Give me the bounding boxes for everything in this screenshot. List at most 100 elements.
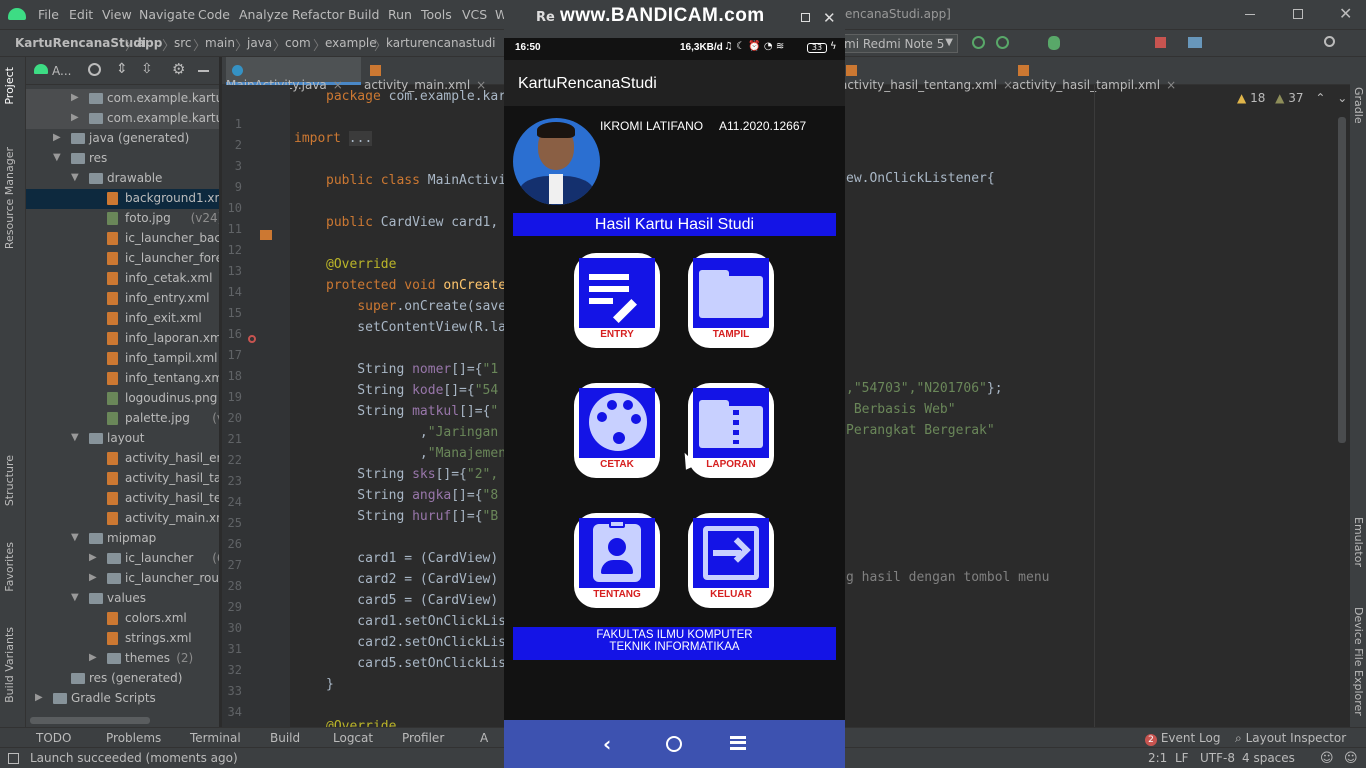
debug-icon[interactable] (1048, 36, 1060, 50)
maximize-icon[interactable] (1293, 9, 1303, 19)
chevron-right-icon[interactable]: ▶ (53, 132, 61, 143)
tree-item[interactable]: ▶ com.example.karturer (26, 109, 219, 129)
code-line[interactable]: String kode[]={"54 (326, 383, 498, 398)
run-icon[interactable] (972, 36, 985, 49)
menu-vcs[interactable]: VCS (462, 7, 487, 22)
code-line-fragment[interactable]: g hasil dengan tombol menu (846, 570, 1050, 585)
code-line-fragment[interactable]: ,"54703","N201706"}; (846, 381, 1003, 396)
code-line[interactable]: setContentView(R.la (326, 320, 506, 335)
code-line[interactable]: package com.example.kar (326, 89, 506, 104)
breadcrumb-item[interactable]: src (174, 36, 192, 50)
locate-icon[interactable] (88, 63, 101, 76)
expand-all-icon[interactable]: ⇕ (116, 61, 128, 77)
tree-item[interactable]: info_tentang.xml (26, 369, 219, 389)
face-icon[interactable]: ☺ (1320, 751, 1334, 766)
event-log-tab[interactable]: 2 Event Log (1145, 731, 1220, 746)
chevron-down-icon[interactable]: ▼ (71, 172, 79, 183)
bottom-tab-a[interactable]: A (480, 731, 488, 745)
code-line[interactable]: super.onCreate(save (326, 299, 506, 314)
tree-item[interactable]: info_exit.xml (26, 309, 219, 329)
code-line-fragment[interactable]: ew.OnClickListener{ (846, 171, 995, 186)
chevron-right-icon[interactable]: ▶ (35, 692, 43, 703)
tree-item[interactable]: info_laporan.xml (26, 329, 219, 349)
code-line-fragment[interactable]: Berbasis Web" (846, 402, 956, 417)
tree-item[interactable]: ▶ com.example.karturer (26, 89, 219, 109)
code-line[interactable]: protected void onCreate (326, 278, 506, 293)
tree-item[interactable]: activity_hasil_tenta (26, 489, 219, 509)
tree-item[interactable]: ▶ ic_launcher (6) (26, 549, 219, 569)
code-line[interactable]: public CardView card1, (326, 215, 498, 230)
tab-device-file-explorer[interactable]: Device File Explorer (1352, 607, 1365, 716)
card-tentang[interactable]: TENTANG (574, 513, 660, 608)
chevron-up-icon[interactable]: ⌃ (1315, 91, 1325, 105)
breadcrumb-item[interactable]: com (285, 36, 311, 50)
status-toggle-icon[interactable] (8, 753, 19, 764)
code-line[interactable]: card1 = (CardView) (326, 551, 498, 566)
menu-view[interactable]: View (102, 7, 132, 22)
apply-changes-icon[interactable] (996, 36, 1009, 49)
code-line[interactable]: ,"Jaringan (326, 425, 498, 440)
code-line[interactable]: card2.setOnClickLis (326, 635, 506, 650)
tree-item[interactable]: palette.jpg (v24) (26, 409, 219, 429)
chevron-right-icon[interactable]: ▶ (71, 112, 79, 123)
collapse-all-icon[interactable]: ⇳ (141, 61, 153, 77)
menu-code[interactable]: Code (198, 7, 230, 22)
tab-emulator[interactable]: Emulator (1352, 517, 1365, 567)
tree-item[interactable]: ▶ themes (2) (26, 649, 219, 669)
vertical-scrollbar[interactable] (1338, 117, 1346, 443)
menu-icon[interactable] (730, 736, 746, 750)
menu-run[interactable]: Run (388, 7, 412, 22)
chevron-right-icon[interactable]: ▶ (89, 552, 97, 563)
tree-item[interactable]: info_cetak.xml (26, 269, 219, 289)
tree-item[interactable]: foto.jpg (v24) (26, 209, 219, 229)
emulator-close-icon[interactable]: ✕ (823, 9, 836, 27)
line-separator[interactable]: LF (1175, 751, 1189, 765)
chevron-down-icon[interactable]: ▼ (71, 592, 79, 603)
stop-icon[interactable] (1155, 37, 1166, 48)
menu-edit[interactable]: Edit (69, 7, 93, 22)
tab-resource-manager[interactable]: Resource Manager (3, 147, 16, 249)
chevron-down-icon[interactable]: ⌄ (1337, 91, 1347, 105)
breadcrumb-item[interactable]: app (137, 36, 162, 50)
tree-item[interactable]: activity_hasil_entry (26, 449, 219, 469)
gear-icon[interactable]: ⚙ (172, 60, 185, 78)
breadcrumb-item[interactable]: example (325, 36, 377, 50)
code-line[interactable]: card5 = (CardView) (326, 593, 498, 608)
code-line[interactable]: @Override (326, 257, 396, 272)
inspection-widget[interactable]: ▲ 18 ▲ 37 ⌃ ⌄ (1237, 91, 1347, 105)
sdk-manager-icon[interactable] (1188, 37, 1202, 48)
code-line[interactable]: card1.setOnClickLis (326, 614, 506, 629)
tree-item[interactable]: info_tampil.xml (26, 349, 219, 369)
project-view-selector[interactable]: A... (52, 64, 71, 78)
tree-item[interactable]: res (generated) (26, 669, 219, 689)
tree-item[interactable]: ic_launcher_backg (26, 229, 219, 249)
tree-item[interactable]: ▼ mipmap (26, 529, 219, 549)
close-window-icon[interactable]: ✕ (1339, 4, 1352, 23)
code-line[interactable]: public class MainActivi (326, 173, 506, 188)
card-cetak[interactable]: CETAK (574, 383, 660, 478)
chevron-right-icon[interactable]: ▶ (89, 572, 97, 583)
bottom-tab-todo[interactable]: TODO (36, 731, 71, 745)
menu-refactor[interactable]: Refactor (292, 7, 344, 22)
tree-item[interactable]: ▼ res (26, 149, 219, 169)
emulator-restore-icon[interactable] (801, 13, 810, 22)
tab-favorites[interactable]: Favorites (3, 542, 16, 592)
layout-inspector-tab[interactable]: ⌕ Layout Inspector (1235, 731, 1346, 746)
tree-item[interactable]: ▶ ic_launcher_round (26, 569, 219, 589)
breadcrumb-item[interactable]: java (247, 36, 272, 50)
bottom-tab-build[interactable]: Build (270, 731, 300, 745)
tree-item[interactable]: ic_launcher_foregr (26, 249, 219, 269)
tree-item[interactable]: strings.xml (26, 629, 219, 649)
menu-file[interactable]: File (38, 7, 59, 22)
bottom-tab-logcat[interactable]: Logcat (333, 731, 373, 745)
code-line[interactable]: String nomer[]={"1 (326, 362, 498, 377)
chevron-down-icon[interactable]: ▼ (71, 532, 79, 543)
bottom-tab-terminal[interactable]: Terminal (190, 731, 241, 745)
tab-gradle[interactable]: Gradle (1352, 87, 1365, 124)
menu-navigate[interactable]: Navigate (139, 7, 195, 22)
tree-item[interactable]: ▼ layout (26, 429, 219, 449)
code-line[interactable]: String sks[]={"2", (326, 467, 498, 482)
tree-item[interactable]: background1.xml (26, 189, 219, 209)
card-laporan[interactable]: LAPORAN (688, 383, 774, 478)
menu-tools[interactable]: Tools (421, 7, 452, 22)
